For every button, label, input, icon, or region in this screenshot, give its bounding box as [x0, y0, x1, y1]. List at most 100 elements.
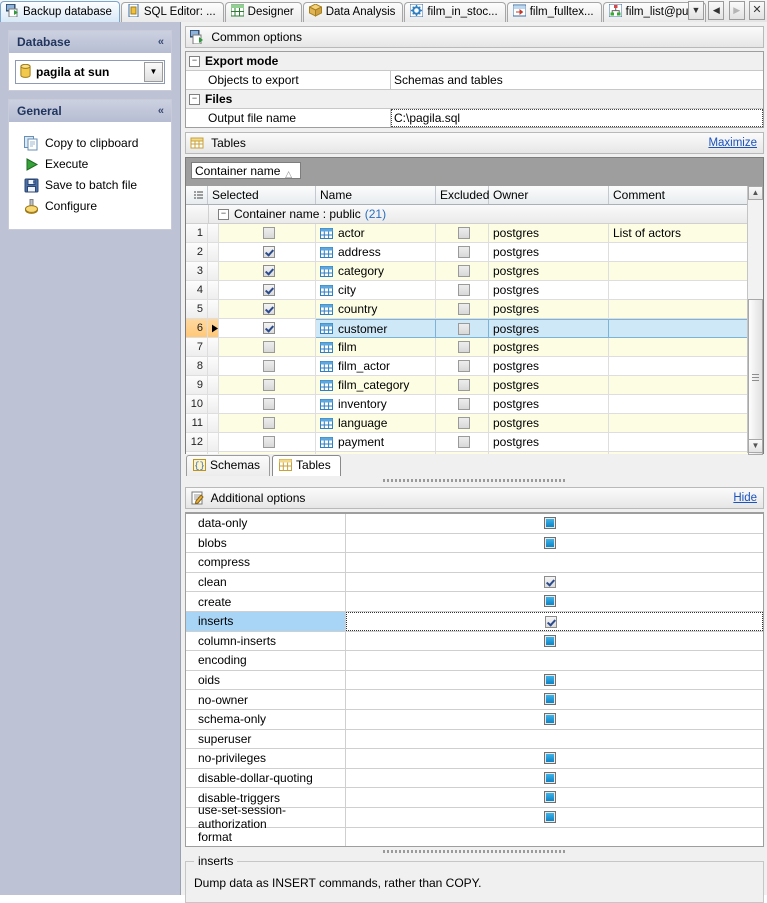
objects-to-export-value[interactable]: Schemas and tables — [391, 71, 763, 89]
row-excluded-checkbox[interactable] — [436, 281, 489, 300]
row-comment-cell[interactable] — [609, 319, 763, 338]
row-selected-checkbox[interactable] — [219, 376, 316, 395]
scroll-up-button[interactable]: ▲ — [748, 186, 763, 200]
table-row[interactable]: 4 city postgres — [186, 281, 763, 300]
column-header-excluded[interactable]: Excluded — [436, 186, 489, 204]
option-row[interactable]: format — [186, 827, 763, 847]
row-selected-checkbox[interactable] — [219, 319, 316, 338]
option-value-cell[interactable] — [346, 592, 763, 611]
row-excluded-checkbox[interactable] — [436, 376, 489, 395]
grid-vertical-scrollbar[interactable]: ▲ ▼ — [747, 186, 763, 455]
option-row[interactable]: clean — [186, 572, 763, 593]
row-excluded-checkbox[interactable] — [436, 452, 489, 454]
inner-tab-schemas[interactable]: {} Schemas — [186, 455, 271, 476]
option-checkbox[interactable] — [544, 752, 556, 767]
row-excluded-checkbox[interactable] — [436, 224, 489, 243]
database-select[interactable]: pagila at sun ▼ — [15, 60, 165, 84]
collapse-icon[interactable]: − — [189, 93, 200, 105]
row-owner-cell[interactable]: postgres — [489, 376, 609, 395]
row-excluded-checkbox[interactable] — [436, 395, 489, 414]
row-comment-cell[interactable] — [609, 300, 763, 319]
row-comment-cell[interactable] — [609, 243, 763, 262]
option-value-cell[interactable] — [346, 671, 763, 690]
option-checkbox[interactable] — [544, 634, 556, 650]
property-group-export-mode[interactable]: − Export mode — [186, 52, 763, 71]
row-owner-cell[interactable]: postgres — [489, 319, 609, 338]
row-owner-cell[interactable]: postgres — [489, 414, 609, 433]
table-row[interactable]: 10 inventory postgres — [186, 395, 763, 414]
row-owner-cell[interactable]: postgres — [489, 395, 609, 414]
row-owner-cell[interactable]: postgres — [489, 243, 609, 262]
row-owner-cell[interactable] — [489, 452, 609, 454]
row-selected-checkbox[interactable] — [219, 414, 316, 433]
row-owner-cell[interactable]: postgres — [489, 433, 609, 452]
column-header-owner[interactable]: Owner — [489, 186, 609, 204]
row-comment-cell[interactable] — [609, 262, 763, 281]
option-checkbox[interactable] — [544, 771, 556, 787]
chevron-up-icon[interactable]: « — [158, 31, 164, 53]
collapse-icon[interactable]: − — [189, 55, 200, 67]
row-name-cell[interactable]: film_actor — [316, 357, 436, 376]
row-selected-checkbox[interactable] — [219, 395, 316, 414]
option-value-cell[interactable] — [346, 828, 763, 847]
collapse-icon[interactable]: − — [218, 208, 229, 220]
row-name-cell[interactable]: language — [316, 414, 436, 433]
maximize-link[interactable]: Maximize — [708, 133, 757, 153]
option-checkbox[interactable] — [544, 517, 556, 532]
row-excluded-checkbox[interactable] — [436, 262, 489, 281]
row-owner-cell[interactable]: postgres — [489, 224, 609, 243]
option-value-cell[interactable] — [346, 788, 763, 807]
row-selected-checkbox[interactable] — [219, 243, 316, 262]
option-checkbox[interactable] — [544, 575, 556, 591]
sort-ascending-icon[interactable]: △ — [285, 166, 292, 182]
hide-link[interactable]: Hide — [733, 488, 757, 508]
table-row[interactable]: 9 film_category postgres — [186, 376, 763, 395]
table-row[interactable]: 11 language postgres — [186, 414, 763, 433]
tab-sql-editor[interactable]: SQL Editor: ... — [120, 2, 224, 23]
option-row[interactable]: no-privileges — [186, 749, 763, 769]
row-name-cell[interactable]: country — [316, 300, 436, 319]
row-name-cell[interactable]: customer — [316, 319, 436, 338]
row-excluded-checkbox[interactable] — [436, 300, 489, 319]
row-name-cell[interactable]: actor — [316, 224, 436, 243]
table-row[interactable]: 2 address postgres — [186, 243, 763, 262]
option-row[interactable]: encoding — [186, 651, 763, 671]
tab-next-button[interactable]: ▶ — [728, 1, 745, 20]
option-row[interactable]: schema-only — [186, 709, 763, 730]
table-row[interactable]: 8 film_actor postgres — [186, 357, 763, 376]
option-value-cell[interactable] — [346, 632, 763, 651]
option-row[interactable]: create — [186, 592, 763, 612]
option-row[interactable]: column-inserts — [186, 631, 763, 652]
row-excluded-checkbox[interactable] — [436, 357, 489, 376]
table-row[interactable]: 5 country postgres — [186, 300, 763, 319]
row-name-cell[interactable]: payment — [316, 433, 436, 452]
row-selected-checkbox[interactable] — [219, 262, 316, 281]
group-by-container-name-chip[interactable]: Container name △ — [191, 162, 301, 179]
description-splitter-handle[interactable] — [181, 849, 767, 854]
option-value-cell[interactable] — [346, 534, 763, 553]
row-comment-cell[interactable] — [609, 357, 763, 376]
option-checkbox[interactable] — [544, 810, 556, 826]
scrollbar-thumb[interactable] — [748, 299, 763, 455]
option-row[interactable]: disable-dollar-quoting — [186, 768, 763, 789]
option-value-cell[interactable] — [346, 690, 763, 709]
row-excluded-checkbox[interactable] — [436, 414, 489, 433]
row-selected-checkbox[interactable] — [219, 433, 316, 452]
row-name-cell[interactable]: inventory — [316, 395, 436, 414]
option-row[interactable]: oids — [186, 670, 763, 691]
column-header-comment[interactable]: Comment — [609, 186, 763, 204]
option-value-cell[interactable] — [346, 749, 763, 768]
option-row[interactable]: blobs — [186, 533, 763, 554]
row-comment-cell[interactable] — [609, 338, 763, 357]
tab-data-analysis[interactable]: Data Analysis — [302, 2, 404, 23]
general-item-execute[interactable]: Execute — [17, 154, 163, 175]
row-comment-cell[interactable] — [609, 414, 763, 433]
row-excluded-checkbox[interactable] — [436, 338, 489, 357]
row-name-cell[interactable] — [316, 452, 436, 454]
row-owner-cell[interactable]: postgres — [489, 338, 609, 357]
row-name-cell[interactable]: category — [316, 262, 436, 281]
option-value-cell[interactable] — [346, 710, 763, 729]
row-selected-checkbox[interactable] — [219, 300, 316, 319]
tab-prev-button[interactable]: ◀ — [708, 1, 725, 20]
row-name-cell[interactable]: address — [316, 243, 436, 262]
